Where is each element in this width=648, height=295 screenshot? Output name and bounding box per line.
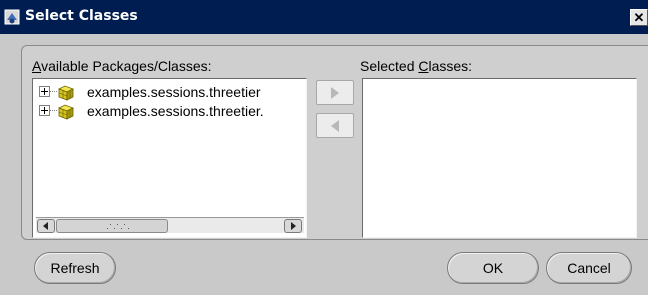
tree-item-label: examples.sessions.threetier [87, 84, 261, 100]
horizontal-scrollbar[interactable] [36, 217, 304, 233]
app-icon [4, 9, 20, 25]
tree-item-label: examples.sessions.threetier. [87, 103, 264, 119]
close-icon: ✕ [633, 10, 645, 25]
available-label: Available Packages/Classes: [32, 58, 212, 74]
scroll-right-button[interactable] [284, 219, 302, 233]
add-class-button[interactable] [316, 80, 354, 105]
selected-classes-list[interactable] [362, 78, 637, 238]
package-icon [58, 104, 74, 120]
selection-panel: Available Packages/Classes: examples.ses… [21, 45, 648, 240]
close-button[interactable]: ✕ [630, 9, 648, 26]
window-title: Select Classes [25, 8, 138, 24]
available-classes-tree[interactable]: examples.sessions.threetier examples.ses… [32, 78, 307, 238]
arrow-right-icon [331, 87, 339, 99]
remove-class-button[interactable] [316, 113, 354, 138]
ok-button[interactable]: OK [447, 252, 539, 284]
selected-label: Selected Classes: [360, 58, 473, 74]
scroll-left-icon [43, 222, 48, 230]
tree-item-threetier[interactable]: examples.sessions.threetier [37, 84, 307, 102]
cancel-button[interactable]: Cancel [546, 252, 632, 284]
scroll-thumb[interactable] [56, 219, 168, 233]
refresh-button[interactable]: Refresh [34, 252, 116, 284]
scroll-left-button[interactable] [37, 219, 55, 233]
select-classes-dialog: Select Classes ✕ Available Packages/Clas… [0, 0, 648, 295]
tree-item-threetier-dot[interactable]: examples.sessions.threetier. [37, 103, 307, 121]
arrow-left-icon [331, 120, 339, 132]
package-icon [58, 85, 74, 101]
title-bar[interactable]: Select Classes ✕ [0, 0, 648, 34]
scroll-right-icon [291, 222, 296, 230]
